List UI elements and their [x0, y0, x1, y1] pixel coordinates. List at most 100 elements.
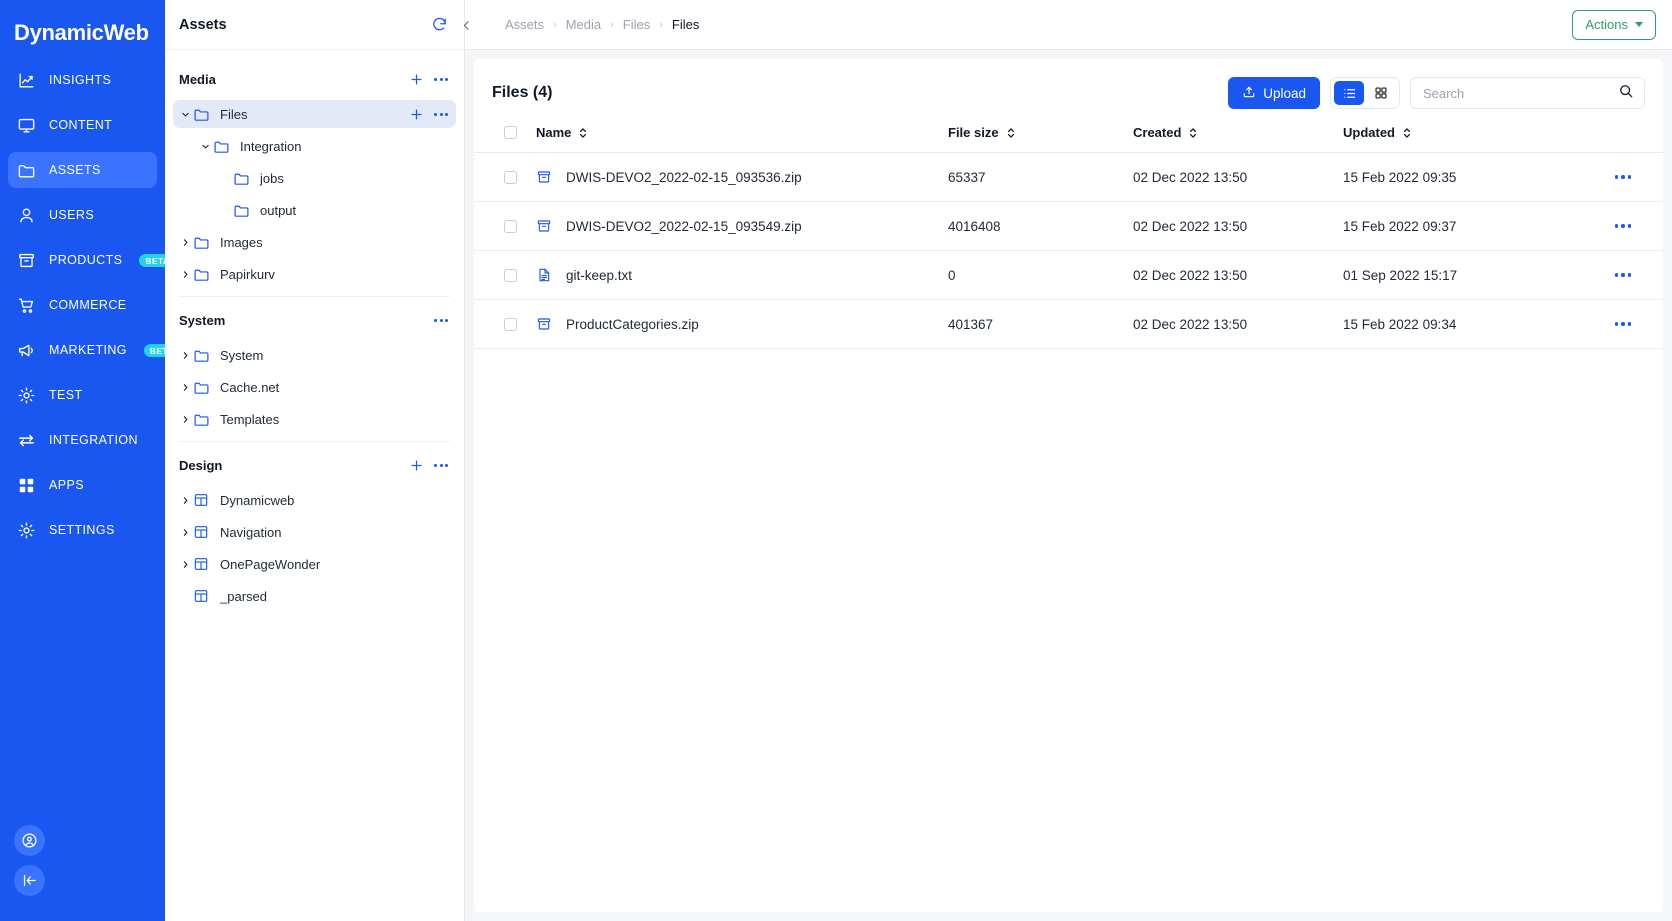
upload-button[interactable]: Upload: [1228, 77, 1320, 109]
tree-node-navigation[interactable]: Navigation: [173, 518, 456, 546]
table-row[interactable]: git-keep.txt 0 02 Dec 2022 13:50 01 Sep 202…: [474, 250, 1663, 300]
row-checkbox[interactable]: [504, 317, 517, 331]
grid-icon: [16, 475, 36, 495]
folder-icon: [233, 202, 252, 219]
chevron-right-icon[interactable]: [177, 414, 193, 425]
search-input[interactable]: [1421, 84, 1618, 102]
chevron-down-icon[interactable]: [177, 109, 193, 120]
files-panel: Files (4) Upload Search Name File size C…: [474, 59, 1663, 912]
more-options-icon[interactable]: [434, 77, 448, 81]
row-file-name[interactable]: ProductCategories.zip: [566, 317, 699, 332]
search-icon[interactable]: [1618, 83, 1634, 104]
select-all-checkbox[interactable]: [504, 126, 517, 139]
row-select-cell: [474, 201, 536, 251]
add-icon[interactable]: [409, 107, 424, 122]
view-mode-toggle: [1330, 77, 1400, 109]
grid-view-icon-button[interactable]: [1366, 81, 1396, 105]
tree-node-papirkurv[interactable]: Papirkurv: [173, 260, 456, 288]
column-header-updated[interactable]: Updated: [1343, 121, 1583, 153]
sidebar-item-users[interactable]: USERS: [8, 197, 157, 233]
sidebar-item-products[interactable]: PRODUCTS BETA: [8, 242, 176, 278]
row-checkbox[interactable]: [504, 170, 517, 184]
tree-node-label: Templates: [220, 411, 280, 427]
list-view-icon-button[interactable]: [1334, 81, 1364, 105]
row-created: 02 Dec 2022 13:50: [1133, 299, 1343, 349]
table-row[interactable]: ProductCategories.zip 401367 02 Dec 2022 1…: [474, 299, 1663, 349]
add-icon[interactable]: [409, 72, 424, 87]
tree-node-files[interactable]: Files: [173, 100, 456, 128]
sidebar-item-label: SETTINGS: [49, 523, 115, 537]
chevron-right-icon[interactable]: [177, 559, 193, 570]
tree-node-images[interactable]: Images: [173, 228, 456, 256]
row-checkbox[interactable]: [504, 219, 517, 233]
tree-node--parsed[interactable]: _parsed: [173, 582, 456, 610]
tree-panel-header: Assets: [165, 0, 464, 50]
sidebar-item-integration[interactable]: INTEGRATION: [8, 422, 157, 458]
more-options-icon[interactable]: [434, 463, 448, 467]
chevron-right-icon[interactable]: [177, 350, 193, 361]
tree-node-templates[interactable]: Templates: [173, 405, 456, 433]
row-more-options-icon[interactable]: [1583, 224, 1663, 228]
chevron-right-icon[interactable]: [177, 527, 193, 538]
panel-toolbar: Upload: [1228, 77, 1645, 109]
more-options-icon[interactable]: [434, 318, 448, 322]
archive-icon: [16, 250, 36, 270]
app-logo[interactable]: DynamicWeb: [0, 0, 165, 62]
breadcrumb-item-1[interactable]: Media: [566, 17, 601, 32]
chevron-right-icon[interactable]: [177, 495, 193, 506]
breadcrumb-item-2[interactable]: Files: [623, 17, 650, 32]
sidebar-item-commerce[interactable]: COMMERCE: [8, 287, 157, 323]
row-updated: 01 Sep 2022 15:17: [1343, 250, 1583, 300]
tree-node-label: OnePageWonder: [220, 556, 321, 572]
chevron-right-icon[interactable]: [177, 269, 193, 280]
breadcrumb-item-3[interactable]: Files: [672, 17, 699, 32]
chevron-left-icon[interactable]: [455, 14, 477, 36]
add-icon[interactable]: [409, 458, 424, 473]
cart-icon: [16, 295, 36, 315]
tree-node-integration[interactable]: Integration: [173, 132, 456, 160]
sidebar-item-insights[interactable]: INSIGHTS: [8, 62, 157, 98]
tree-node-system[interactable]: System: [173, 341, 456, 369]
row-more-options-icon[interactable]: [1583, 273, 1663, 277]
account-circle-icon-button[interactable]: [14, 825, 45, 856]
row-more-options-icon[interactable]: [1583, 175, 1663, 179]
tree-node-jobs[interactable]: jobs: [173, 164, 456, 192]
row-file-name[interactable]: DWIS-DEVO2_2022-02-15_093536.zip: [566, 170, 802, 185]
row-file-name[interactable]: git-keep.txt: [566, 268, 632, 283]
table-row[interactable]: DWIS-DEVO2_2022-02-15_093536.zip 65337 02 …: [474, 152, 1663, 202]
row-file-name[interactable]: DWIS-DEVO2_2022-02-15_093549.zip: [566, 219, 802, 234]
actions-button[interactable]: Actions: [1572, 9, 1656, 40]
refresh-icon[interactable]: [431, 16, 448, 33]
tree-panel-title: Assets: [179, 16, 227, 33]
more-options-icon[interactable]: [434, 112, 448, 116]
breadcrumb-item-0[interactable]: Assets: [505, 17, 544, 32]
chevron-down-icon[interactable]: [197, 141, 213, 152]
archive-file-icon: [536, 316, 553, 332]
chevron-right-icon[interactable]: [177, 382, 193, 393]
sidebar-item-apps[interactable]: APPS: [8, 467, 157, 503]
search-box[interactable]: [1410, 77, 1645, 109]
row-name-cell: DWIS-DEVO2_2022-02-15_093536.zip: [536, 152, 948, 202]
column-header-created[interactable]: Created: [1133, 121, 1343, 153]
column-header-file-size[interactable]: File size: [948, 121, 1133, 153]
table-row[interactable]: DWIS-DEVO2_2022-02-15_093549.zip 4016408 0…: [474, 201, 1663, 251]
tree-node-onepagewonder[interactable]: OnePageWonder: [173, 550, 456, 578]
sidebar-item-content[interactable]: CONTENT: [8, 107, 157, 143]
chevron-right-icon[interactable]: [177, 237, 193, 248]
tree-group-header-design: Design: [165, 448, 464, 482]
tree-node-output[interactable]: output: [173, 196, 456, 224]
tree-node-dynamicweb[interactable]: Dynamicweb: [173, 486, 456, 514]
tree-node-label: Files: [220, 106, 248, 122]
sidebar-item-marketing[interactable]: MARKETING BETA: [8, 332, 181, 368]
folder-icon: [193, 234, 212, 251]
sidebar-item-test[interactable]: TEST: [8, 377, 157, 413]
collapse-left-icon-button[interactable]: [14, 865, 45, 896]
column-header-name[interactable]: Name: [536, 121, 948, 153]
sidebar-item-settings[interactable]: SETTINGS: [8, 512, 157, 548]
row-checkbox[interactable]: [504, 268, 517, 282]
tree-node-cache-net[interactable]: Cache.net: [173, 373, 456, 401]
row-file-size: 0: [948, 250, 1133, 300]
sidebar-item-assets[interactable]: ASSETS: [8, 152, 157, 188]
folder-icon: [193, 266, 212, 283]
row-more-options-icon[interactable]: [1583, 322, 1663, 326]
